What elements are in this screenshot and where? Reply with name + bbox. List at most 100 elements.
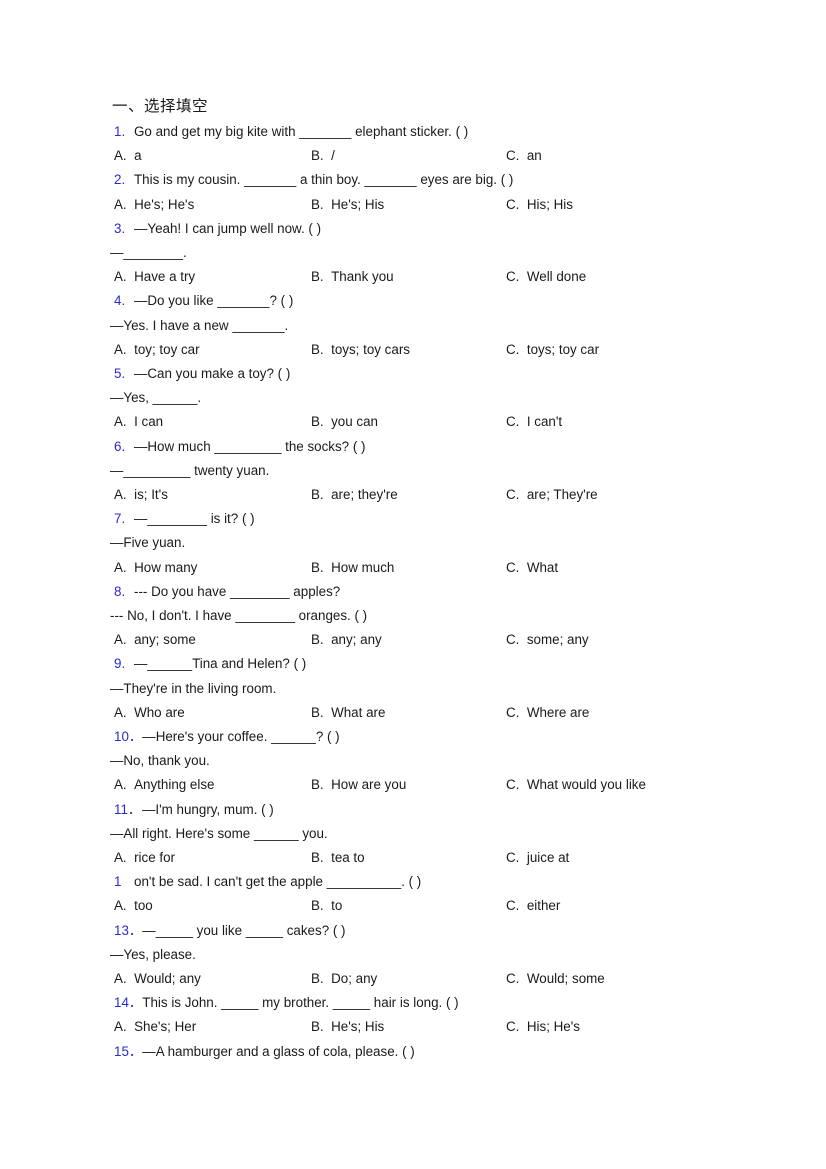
option-b[interactable]: B. What are: [311, 701, 385, 725]
option-label: Thank you: [323, 269, 394, 285]
option-label: either: [519, 898, 561, 914]
option-b[interactable]: B. /: [311, 144, 335, 168]
question-list: 1. Go and get my big kite with _______ el…: [110, 120, 730, 1064]
option-label: some; any: [519, 632, 589, 648]
option-a[interactable]: A. Anything else: [114, 773, 215, 797]
option-row: A. toy; toy car B. toys; toy cars C. toys;…: [110, 338, 730, 362]
question-item: 6. —How much _________ the socks? ( ) —___…: [110, 435, 730, 508]
option-c[interactable]: C. an: [506, 144, 542, 168]
option-b[interactable]: B. He's; His: [311, 1015, 384, 1039]
question-item: 1 on't be sad. I can't get the apple ____…: [110, 870, 730, 918]
question-stem: 2. This is my cousin. _______ a thin boy.…: [110, 168, 730, 192]
option-a[interactable]: A. Would; any: [114, 967, 201, 991]
option-c[interactable]: C. are; They're: [506, 483, 598, 507]
option-key: B.: [311, 341, 324, 357]
option-c[interactable]: C. some; any: [506, 628, 589, 652]
question-number: 15．: [114, 1043, 143, 1059]
option-key: C.: [506, 148, 520, 164]
option-a[interactable]: A. Have a try: [114, 265, 195, 289]
option-b[interactable]: B. How much: [311, 556, 394, 580]
option-a[interactable]: A. is; It's: [114, 483, 168, 507]
option-label: Well done: [519, 269, 587, 285]
question-stem: 6. —How much _________ the socks? ( ): [110, 435, 730, 459]
question-item: 3. —Yeah! I can jump well now. ( ) —______…: [110, 217, 730, 290]
option-label: Have a try: [126, 269, 196, 285]
question-number: 4.: [114, 293, 126, 309]
option-b[interactable]: B. How are you: [311, 773, 406, 797]
option-a[interactable]: A. She's; Her: [114, 1015, 196, 1039]
option-c[interactable]: C. His; His: [506, 193, 573, 217]
option-b[interactable]: B. tea to: [311, 846, 365, 870]
option-a[interactable]: A. Who are: [114, 701, 185, 725]
option-b[interactable]: B. any; any: [311, 628, 382, 652]
option-c[interactable]: C. His; He's: [506, 1015, 580, 1039]
option-b[interactable]: B. Thank you: [311, 265, 394, 289]
option-key: C.: [506, 632, 520, 648]
option-label: Who are: [126, 704, 185, 720]
option-key: C.: [506, 269, 520, 285]
option-row: A. too B. to C. either: [110, 894, 730, 918]
option-c[interactable]: C. I can't: [506, 410, 562, 434]
option-b[interactable]: B. Do; any: [311, 967, 377, 991]
option-a[interactable]: A. too: [114, 894, 153, 918]
option-key: B.: [311, 559, 324, 575]
question-text: —______Tina and Helen? ( ): [134, 656, 307, 672]
option-a[interactable]: A. toy; toy car: [114, 338, 200, 362]
option-a[interactable]: A. I can: [114, 410, 163, 434]
option-label: I can't: [519, 414, 563, 430]
question-stem: 10．—Here's your coffee. ______? ( ): [110, 725, 730, 749]
option-b[interactable]: B. to: [311, 894, 342, 918]
option-label: tea to: [323, 849, 365, 865]
question-text: —I'm hungry, mum. ( ): [142, 801, 274, 817]
option-c[interactable]: C. Where are: [506, 701, 589, 725]
option-a[interactable]: A. He's; He's: [114, 193, 194, 217]
option-c[interactable]: C. toys; toy car: [506, 338, 599, 362]
option-a[interactable]: A. any; some: [114, 628, 196, 652]
question-item: 5. —Can you make a toy? ( ) —Yes, ______. A…: [110, 362, 730, 435]
option-a[interactable]: A. rice for: [114, 846, 175, 870]
option-key: C.: [506, 777, 520, 793]
option-label: is; It's: [126, 486, 168, 502]
option-b[interactable]: B. are; they're: [311, 483, 398, 507]
question-reply: —They're in the living room.: [110, 680, 277, 696]
question-item: 8. --- Do you have ________ apples? --- No…: [110, 580, 730, 653]
option-row: A. Have a try B. Thank you C. Well done: [110, 265, 730, 289]
option-key: A.: [114, 898, 127, 914]
option-key: A.: [114, 970, 127, 986]
option-c[interactable]: C. What would you like: [506, 773, 646, 797]
option-key: B.: [311, 414, 324, 430]
option-label: /: [323, 148, 335, 164]
question-number: 1: [114, 874, 122, 890]
option-a[interactable]: A. How many: [114, 556, 197, 580]
option-key: A.: [114, 414, 127, 430]
option-b[interactable]: B. you can: [311, 410, 378, 434]
option-key: A.: [114, 486, 127, 502]
option-c[interactable]: C. What: [506, 556, 558, 580]
option-key: B.: [311, 1019, 324, 1035]
question-number: 10．: [114, 728, 143, 744]
option-label: you can: [323, 414, 378, 430]
question-number: 7.: [114, 511, 126, 527]
option-a[interactable]: A. a: [114, 144, 142, 168]
question-reply: —________.: [110, 244, 187, 260]
option-label: What are: [323, 704, 386, 720]
question-text: —_____ you like _____ cakes? ( ): [142, 922, 346, 938]
question-item: 10．—Here's your coffee. ______? ( ) —No, …: [110, 725, 730, 798]
option-label: I can: [126, 414, 164, 430]
question-reply: —No, thank you.: [110, 753, 210, 769]
option-label: How much: [323, 559, 395, 575]
option-c[interactable]: C. either: [506, 894, 560, 918]
option-c[interactable]: C. juice at: [506, 846, 569, 870]
option-c[interactable]: C. Would; some: [506, 967, 605, 991]
option-key: B.: [311, 632, 324, 648]
option-b[interactable]: B. He's; His: [311, 193, 384, 217]
question-number: 5.: [114, 365, 126, 381]
option-c[interactable]: C. Well done: [506, 265, 586, 289]
option-row: A. any; some B. any; any C. some; any: [110, 628, 730, 652]
question-text: —How much _________ the socks? ( ): [134, 438, 366, 454]
option-label: His; He's: [519, 1019, 580, 1035]
option-label: Would; some: [519, 970, 605, 986]
question-item: 1. Go and get my big kite with _______ el…: [110, 120, 730, 168]
question-stem: 13．—_____ you like _____ cakes? ( ): [110, 919, 730, 943]
option-b[interactable]: B. toys; toy cars: [311, 338, 410, 362]
